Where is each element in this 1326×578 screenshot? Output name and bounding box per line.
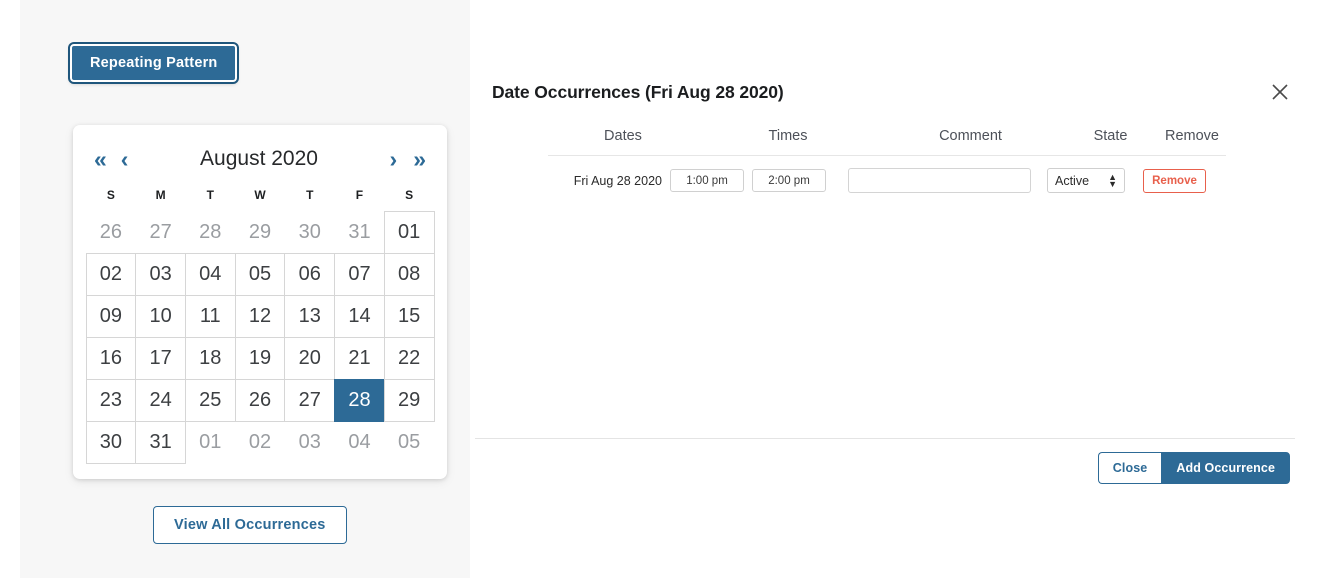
table-row: Fri Aug 28 2020 Active ▲▼ Remove (548, 156, 1226, 193)
weekday-label-6: S (405, 188, 414, 202)
column-header-times: Times (768, 128, 808, 144)
calendar-day: 30 (298, 220, 321, 243)
table-header-row: Dates Times Comment State Remove (548, 128, 1226, 155)
calendar-day: 27 (149, 220, 172, 243)
column-header-comment: Comment (939, 128, 1002, 144)
calendar-day[interactable]: 23 (85, 378, 137, 422)
calendar-day-selected[interactable]: 28 (334, 378, 385, 422)
calendar-day: 28 (199, 220, 222, 243)
calendar-week-row: 02 03 04 05 06 07 08 (85, 252, 435, 296)
calendar-day[interactable]: 27 (284, 378, 336, 422)
weekday-label-2: T (206, 188, 214, 202)
calendar-week-row: 23 24 25 26 27 28 29 (85, 378, 435, 422)
calendar-grid: 26 27 28 29 30 31 01 02 03 04 05 06 07 08 09 10 11 12 13 14… (85, 210, 435, 464)
add-occurrence-button[interactable]: Add Occurrence (1161, 452, 1290, 484)
calendar-day[interactable]: 22 (383, 336, 435, 380)
weekday-label-3: W (254, 188, 266, 202)
column-header-state: State (1093, 128, 1128, 144)
calendar-day[interactable]: 11 (184, 294, 236, 338)
prev-month-icon[interactable]: ‹ (119, 147, 131, 171)
modal-title: Date Occurrences (Fri Aug 28 2020) (492, 82, 784, 102)
calendar-day[interactable]: 25 (184, 378, 236, 422)
calendar-day[interactable]: 31 (135, 420, 186, 464)
calendar-day: 26 (99, 220, 122, 243)
remove-button[interactable]: Remove (1143, 168, 1206, 193)
view-all-occurrences-button[interactable]: View All Occurrences (153, 506, 347, 544)
repeating-pattern-button[interactable]: Repeating Pattern (70, 44, 238, 82)
calendar-day[interactable]: 10 (135, 294, 186, 338)
calendar-week-row: 30 31 01 02 03 04 05 (85, 420, 434, 464)
date-occurrences-modal: Date Occurrences (Fri Aug 28 2020) Dates… (470, 0, 1326, 578)
calendar-day: 29 (248, 220, 272, 243)
calendar-day: 05 (398, 430, 421, 453)
weekday-label-5: F (355, 188, 364, 202)
calendar-title: August 2020 (200, 147, 318, 170)
close-button[interactable]: Close (1097, 452, 1162, 484)
calendar-day[interactable]: 20 (284, 336, 336, 380)
calendar-week-row: 09 10 11 12 13 14 15 (85, 294, 435, 338)
calendar-day[interactable]: 14 (334, 294, 385, 338)
calendar-week-row: 26 27 28 29 30 31 01 (86, 210, 435, 254)
calendar-day[interactable]: 05 (234, 252, 286, 296)
calendar-day[interactable]: 03 (135, 252, 186, 296)
calendar-day[interactable]: 07 (334, 252, 385, 296)
left-panel: Repeating Pattern « ‹ August 2020 › » S M… (20, 0, 470, 578)
calendar-day[interactable]: 12 (234, 294, 286, 338)
footer-actions: Close Add Occurrence (1097, 452, 1290, 484)
calendar-day: 04 (348, 430, 371, 453)
calendar-day[interactable]: 18 (184, 336, 236, 380)
comment-input[interactable] (848, 168, 1031, 193)
prev-year-icon[interactable]: « (92, 147, 109, 171)
calendar-day[interactable]: 15 (383, 294, 435, 338)
state-select[interactable]: Active ▲ ▼ (1047, 168, 1125, 193)
next-year-icon[interactable]: » (411, 147, 428, 171)
calendar-week-row: 16 17 18 19 20 21 22 (85, 336, 435, 380)
calendar-day: 01 (199, 430, 222, 453)
calendar-day[interactable]: 02 (85, 252, 137, 296)
calendar-weekday-row: SMTWTFS (86, 183, 434, 211)
calendar-day: 03 (298, 430, 321, 453)
calendar-day[interactable]: 01 (383, 210, 435, 254)
end-time-input[interactable] (752, 169, 826, 192)
calendar-header: « ‹ August 2020 › » (86, 139, 434, 179)
calendar-day[interactable]: 30 (85, 420, 137, 464)
weekday-label-4: T (306, 188, 314, 202)
state-select-value: Active (1055, 173, 1090, 188)
calendar-day[interactable]: 26 (234, 378, 286, 422)
calendar-day[interactable]: 29 (383, 378, 435, 422)
close-icon[interactable] (1270, 82, 1290, 102)
footer-divider (475, 438, 1295, 439)
calendar-day: 31 (348, 220, 371, 243)
calendar-day[interactable]: 16 (85, 336, 137, 380)
calendar-day[interactable]: 09 (85, 294, 137, 338)
calendar-day[interactable]: 06 (284, 252, 336, 296)
next-month-icon[interactable]: › (388, 147, 400, 171)
calendar-day[interactable]: 04 (184, 252, 236, 296)
start-time-input[interactable] (670, 169, 744, 192)
calendar-day[interactable]: 21 (334, 336, 385, 380)
calendar-day[interactable]: 19 (234, 336, 286, 380)
occurrences-table: Dates Times Comment State Remove Fri Aug… (548, 128, 1226, 193)
calendar-day[interactable]: 13 (284, 294, 336, 338)
calendar-card: « ‹ August 2020 › » SMTWTFS 26 27 28 29 30 31… (73, 125, 447, 479)
calendar-day[interactable]: 24 (135, 378, 186, 422)
calendar-day[interactable]: 08 (383, 252, 435, 296)
calendar-day: 02 (248, 430, 272, 453)
calendar-day[interactable]: 17 (135, 336, 186, 380)
row-date-label: Fri Aug 28 2020 (573, 173, 662, 188)
column-header-dates: Dates (604, 128, 642, 144)
weekday-label-1: M (155, 188, 166, 202)
weekday-label-0: S (106, 188, 115, 202)
column-header-remove: Remove (1165, 128, 1219, 144)
stepper-arrows-icon: ▲ ▼ (1108, 171, 1117, 189)
